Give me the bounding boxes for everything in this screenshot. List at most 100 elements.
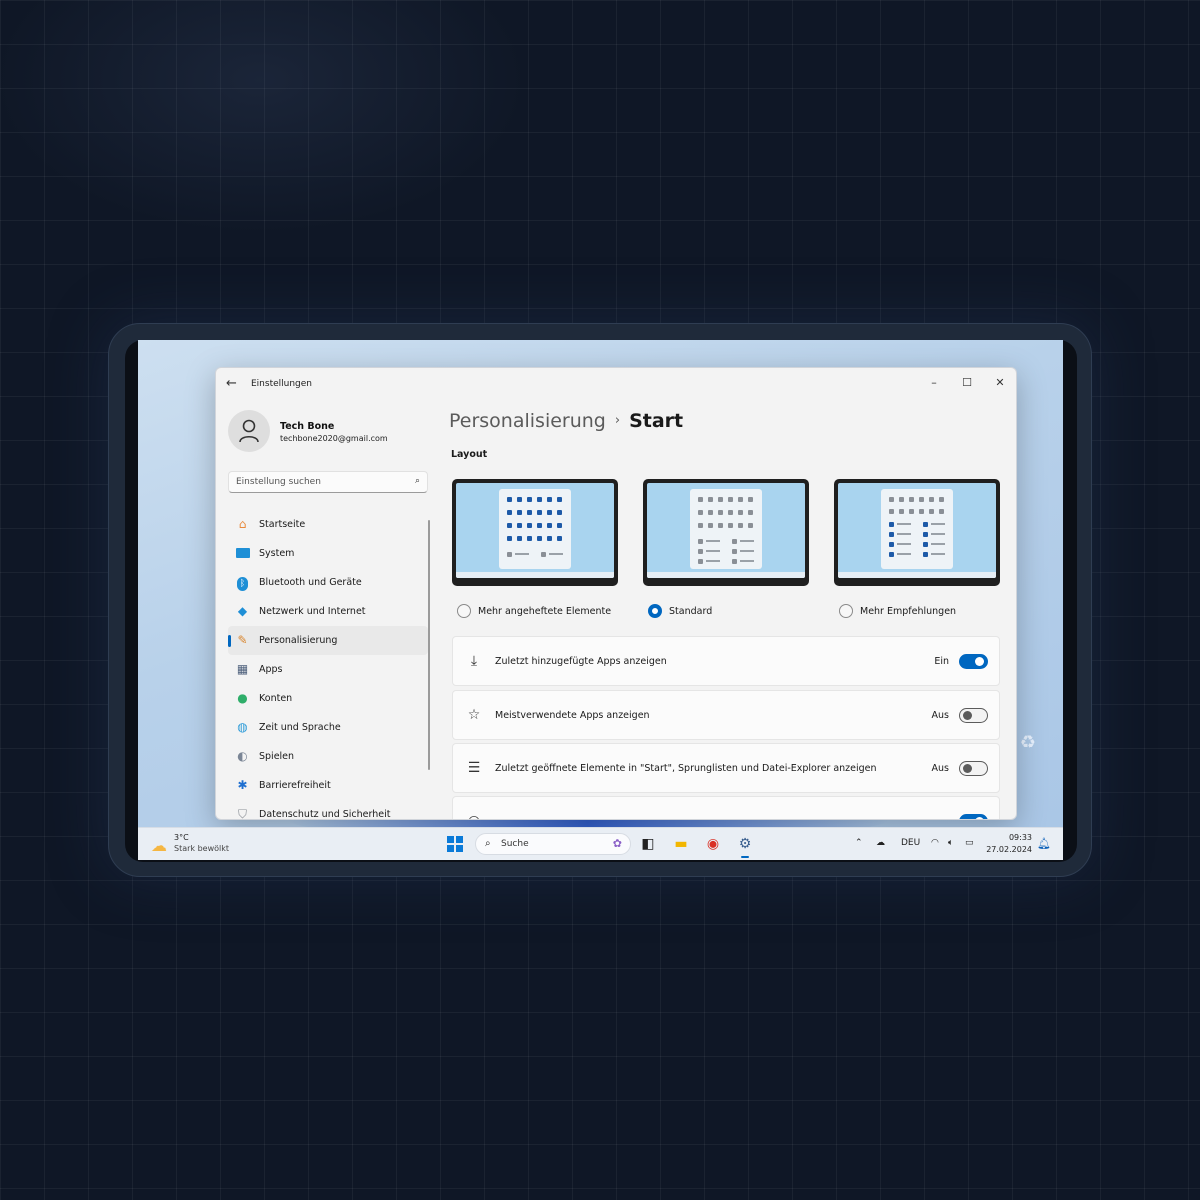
sidebar-item-bluetooth[interactable]: ᛒ Bluetooth und Geräte [228, 568, 428, 597]
title-bar: ← Einstellungen – ☐ ✕ [216, 368, 1016, 400]
search-highlight-icon: ✿ [612, 837, 622, 850]
clock-date[interactable]: 27.02.2024 [986, 845, 1032, 854]
onedrive-icon[interactable]: ☁ [876, 838, 885, 848]
monitor-icon [235, 546, 250, 561]
clock-time[interactable]: 09:33 [1009, 833, 1032, 842]
partial-setting-icon: ○ [466, 813, 482, 819]
taskbar-preview [647, 572, 805, 578]
sidebar-item-label: Datenschutz und Sicherheit [259, 809, 391, 820]
back-arrow-icon[interactable]: ← [226, 376, 237, 391]
task-view-icon[interactable]: ◧ [638, 834, 658, 854]
close-button[interactable]: ✕ [985, 372, 1015, 394]
layout-preview-more-recommendations[interactable] [834, 479, 1000, 586]
radio-label: Standard [669, 606, 713, 617]
globe-icon: ◍ [237, 720, 248, 734]
taskbar-search[interactable]: ⌕ Suche ✿ [475, 833, 631, 855]
taskbar: ☁ 3°C Stark bewölkt ⌕ Suche ✿ ◧ ▬ ◉ ⚙ ⌃ … [138, 827, 1063, 860]
user-icon: ● [237, 691, 248, 705]
list-icon: ☰ [467, 760, 481, 776]
settings-window: ← Einstellungen – ☐ ✕ Tech Bone techbone… [215, 367, 1017, 820]
cloud-sun-icon[interactable]: ☁ [151, 836, 167, 855]
search-icon: ⌕ [485, 838, 491, 849]
notification-bell-icon[interactable]: 🔔︎ [1037, 837, 1051, 850]
sidebar-item-label: Apps [259, 664, 283, 675]
partial-setting-toggle[interactable] [959, 814, 988, 819]
toggle-knob [975, 817, 984, 819]
user-avatar-icon [239, 419, 259, 443]
minimize-button[interactable]: – [919, 372, 949, 394]
weather-description[interactable]: Stark bewölkt [174, 844, 229, 853]
sidebar-item-apps[interactable]: ▦ Apps [228, 655, 428, 684]
breadcrumb: Personalisierung › Start [449, 410, 683, 432]
weather-temperature[interactable]: 3°C [174, 833, 189, 842]
setting-label: Zuletzt hinzugefügte Apps anzeigen [495, 656, 667, 667]
maximize-button[interactable]: ☐ [952, 372, 982, 394]
toggle-knob [963, 764, 972, 773]
chevron-up-icon[interactable]: ⌃ [855, 838, 863, 848]
sidebar-item-spielen[interactable]: ◐ Spielen [228, 742, 428, 771]
battery-icon[interactable]: ▭ [965, 838, 974, 848]
radio-button-selected[interactable] [648, 604, 662, 618]
settings-app-icon[interactable]: ⚙ [735, 834, 755, 858]
avatar[interactable] [228, 410, 270, 452]
sidebar-item-label: System [259, 548, 295, 559]
start-menu-preview [690, 489, 762, 569]
taskbar-preview [838, 572, 996, 578]
setting-next-partial: ○ [452, 796, 1000, 819]
language-indicator[interactable]: DEU [901, 838, 920, 848]
toggle-knob [963, 711, 972, 720]
setting-recent-items: ☰ Zuletzt geöffnete Elemente in "Start",… [452, 743, 1000, 793]
sidebar-item-label: Spielen [259, 751, 295, 762]
start-menu-preview [881, 489, 953, 569]
windows-start-icon[interactable] [447, 836, 463, 852]
volume-icon[interactable]: 🔈︎ [948, 838, 953, 848]
sidebar-scrollbar[interactable] [428, 520, 430, 770]
sidebar-item-label: Bluetooth und Geräte [259, 577, 362, 588]
layout-preview-standard[interactable] [643, 479, 809, 586]
sidebar-item-datenschutz[interactable]: ⛉ Datenschutz und Sicherheit [228, 800, 428, 820]
layout-preview-screen [647, 483, 805, 578]
sidebar-item-netzwerk[interactable]: ◆ Netzwerk und Internet [228, 597, 428, 626]
radio-button[interactable] [839, 604, 853, 618]
recycle-bin-icon: ♻ [1019, 732, 1037, 753]
search-placeholder: Einstellung suchen [236, 477, 321, 487]
file-explorer-icon[interactable]: ▬ [671, 834, 691, 854]
profile-name: Tech Bone [280, 421, 335, 432]
sidebar-item-label: Personalisierung [259, 635, 338, 646]
sidebar-item-konten[interactable]: ● Konten [228, 684, 428, 713]
recent-apps-toggle[interactable] [959, 654, 988, 669]
breadcrumb-chevron-icon: › [614, 413, 621, 428]
layout-preview-more-pinned[interactable] [452, 479, 618, 586]
shield-icon: ⛉ [237, 807, 247, 820]
toggle-state-label: Aus [931, 710, 949, 721]
active-indicator [228, 635, 231, 647]
wifi-icon[interactable]: ◠ [931, 838, 939, 848]
download-icon: ⤓ [470, 653, 478, 669]
sidebar-item-system[interactable]: System [228, 539, 428, 568]
radio-button[interactable] [457, 604, 471, 618]
desktop-screen: ♻ ← Einstellungen – ☐ ✕ Tech Bone techbo… [138, 340, 1063, 860]
home-icon: ⌂ [238, 517, 247, 531]
layout-section-title: Layout [451, 449, 488, 460]
recent-items-toggle[interactable] [959, 761, 988, 776]
chrome-icon[interactable]: ◉ [703, 834, 723, 854]
breadcrumb-parent[interactable]: Personalisierung [449, 410, 606, 432]
sidebar-item-personalisierung[interactable]: ✎ Personalisierung [228, 626, 428, 655]
sidebar-item-zeit[interactable]: ◍ Zeit und Sprache [228, 713, 428, 742]
sidebar-item-label: Netzwerk und Internet [259, 606, 366, 617]
recycle-bin-desktop-icon[interactable]: ♻ [1013, 732, 1043, 772]
layout-preview-screen [838, 483, 996, 578]
star-icon: ☆ [467, 707, 481, 723]
sidebar-item-label: Startseite [259, 519, 306, 530]
sidebar-item-startseite[interactable]: ⌂ Startseite [228, 510, 428, 539]
settings-search-input[interactable]: Einstellung suchen ⌕ [228, 471, 428, 493]
search-icon: ⌕ [414, 476, 420, 486]
sidebar-item-label: Zeit und Sprache [259, 722, 341, 733]
sidebar-item-label: Konten [259, 693, 293, 704]
taskbar-search-label: Suche [501, 839, 529, 849]
sidebar-item-barrierefreiheit[interactable]: ✱ Barrierefreiheit [228, 771, 428, 800]
apps-icon: ▦ [236, 662, 249, 676]
most-used-apps-toggle[interactable] [959, 708, 988, 723]
setting-label: Zuletzt geöffnete Elemente in "Start", S… [495, 763, 877, 774]
setting-recent-apps: ⤓ Zuletzt hinzugefügte Apps anzeigen Ein [452, 636, 1000, 686]
